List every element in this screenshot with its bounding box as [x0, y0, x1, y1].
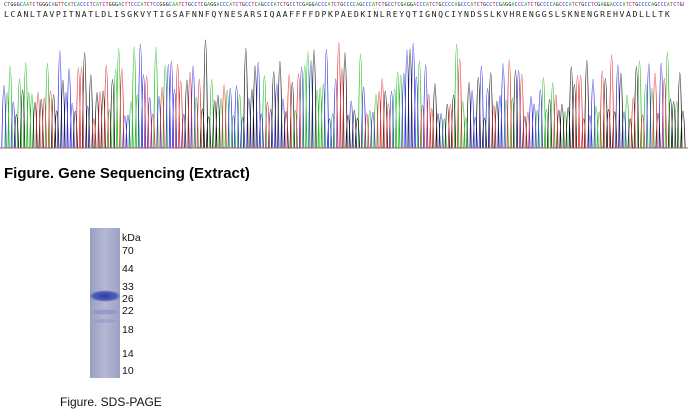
target-protein-band: [90, 290, 120, 302]
gene-sequencing-figure: CTGGGCAATCTGGGCAGTTCATCACCCTCATCTGGGACTT…: [0, 0, 688, 160]
faint-band-lower: [94, 319, 116, 323]
marker-44: 44: [122, 263, 134, 275]
amino-acid-sequence-row: LCANLTAVPITNATLDLISGKVYTIGSAFNNFQYNESARS…: [4, 9, 672, 19]
gel-lane-background: [90, 228, 120, 378]
marker-26: 26: [122, 293, 134, 305]
marker-10: 10: [122, 365, 134, 377]
gene-sequencing-caption: Figure. Gene Sequencing (Extract): [4, 165, 250, 182]
marker-unit-label: kDa: [122, 232, 141, 244]
faint-band: [93, 309, 117, 315]
marker-18: 18: [122, 324, 134, 336]
molecular-weight-markers: kDa 70 44 33 26 22 18 14 10: [122, 232, 162, 382]
sds-page-figure: kDa 70 44 33 26 22 18 14 10 Figure. SDS-…: [60, 228, 260, 409]
sds-page-caption: Figure. SDS-PAGE: [60, 395, 162, 409]
marker-22: 22: [122, 305, 134, 317]
marker-33: 33: [122, 281, 134, 293]
gel-lane-image: [90, 228, 120, 378]
marker-14: 14: [122, 348, 134, 360]
marker-70: 70: [122, 245, 134, 257]
chromatogram-trace: [0, 39, 688, 149]
dna-sequence-row: CTGGGCAATCTGGGCAGTTCATCACCCTCATCTGGGACTT…: [4, 2, 684, 8]
